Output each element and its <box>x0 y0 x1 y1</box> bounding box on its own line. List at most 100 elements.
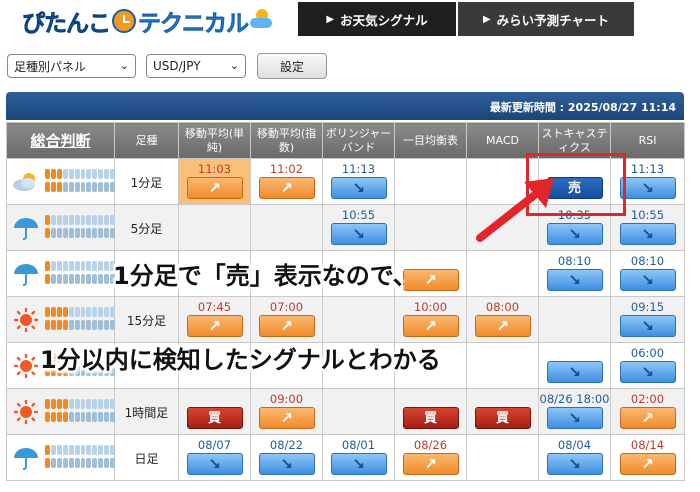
signal-cell: 08/22 ↘ <box>250 434 323 481</box>
up-arrow-icon[interactable]: ↗ <box>186 315 243 337</box>
weather-logo-icon <box>250 9 272 29</box>
tab-weather-signal[interactable]: ▶ お天気シグナル <box>298 2 456 36</box>
up-arrow-icon[interactable]: ↗ <box>258 177 315 199</box>
signal-time <box>323 392 394 406</box>
signal-time: 09:15 <box>630 300 665 314</box>
overall-judgment-cell <box>6 158 116 205</box>
strength-meter <box>45 445 116 471</box>
signal-cell <box>250 204 323 251</box>
umbrella-icon <box>12 216 40 240</box>
chevron-down-icon: ⌄ <box>119 59 129 72</box>
signal-time <box>179 392 250 406</box>
timeframe-cell: 1分足 <box>114 158 179 205</box>
up-arrow-icon[interactable]: ↗ <box>619 407 676 429</box>
signal-time: 10:00 <box>413 300 448 314</box>
down-arrow-icon[interactable]: ↘ <box>619 223 676 245</box>
set-button[interactable]: 設定 <box>257 53 327 79</box>
signal-cell: 09:00 ↗ <box>250 388 323 435</box>
site-header: ぴたんこ テクニカル ▶ お天気シグナル ▶ みらい予測チャート <box>0 0 700 42</box>
buy-signal-button[interactable]: 買 <box>474 407 531 429</box>
signal-cell: 09:15 ↘ <box>610 296 685 343</box>
down-arrow-icon[interactable]: ↘ <box>258 453 315 475</box>
column-header: 移動平均(単純) <box>178 122 251 159</box>
signal-time: 06:00 <box>630 346 665 360</box>
column-header: ボリンジャーバンド <box>322 122 395 159</box>
signal-cell: 08/04 ↘ <box>538 434 611 481</box>
signal-cell: 買 <box>178 388 251 435</box>
signal-time: 08/01 <box>341 438 376 452</box>
timeframe-label: 1分足 <box>130 176 163 190</box>
up-arrow-icon[interactable]: ↗ <box>258 407 315 429</box>
last-updated-text: 最新更新時間 : 2025/08/27 11:14 <box>489 101 676 114</box>
signal-time: 08/14 <box>630 438 665 452</box>
currency-pair-value: USD/JPY <box>153 59 201 73</box>
down-arrow-icon[interactable]: ↘ <box>330 453 387 475</box>
currency-pair-select[interactable]: USD/JPY ⌄ <box>146 54 246 78</box>
sun-icon <box>12 399 40 425</box>
column-header[interactable]: 総合判断 <box>6 122 115 159</box>
signal-time <box>467 346 538 360</box>
signal-cell: 08:10 ↘ <box>610 250 685 297</box>
signal-cell: 07:00 ↗ <box>250 296 323 343</box>
down-arrow-icon[interactable]: ↘ <box>546 269 603 291</box>
down-arrow-icon[interactable]: ↘ <box>330 223 387 245</box>
chevron-down-icon: ⌄ <box>229 59 239 72</box>
signal-cell: 08/26 ↗ <box>394 434 467 481</box>
up-arrow-icon[interactable]: ↗ <box>474 315 531 337</box>
strength-meter <box>45 399 116 425</box>
annotation-arrow-icon <box>476 178 554 242</box>
timeframe-cell: 1時間足 <box>114 388 179 435</box>
signal-cell <box>538 296 611 343</box>
timeframe-cell: 15分足 <box>114 296 179 343</box>
up-arrow-icon[interactable]: ↗ <box>258 315 315 337</box>
tab-forecast-chart[interactable]: ▶ みらい予測チャート <box>458 2 634 36</box>
signal-time: 11:02 <box>269 162 304 176</box>
signal-time: 10:55 <box>341 208 376 222</box>
overall-judgment-cell <box>6 250 116 297</box>
strength-meter <box>45 307 116 333</box>
annotation-line-1: 1分足で「売」表示なので、 <box>113 262 417 290</box>
cloudy-icon <box>12 170 40 194</box>
signal-cell: 08:00 ↗ <box>466 296 539 343</box>
overall-judgment-cell <box>6 204 116 251</box>
buy-signal-button[interactable]: 買 <box>186 407 243 429</box>
overall-judgment-cell <box>6 388 116 435</box>
down-arrow-icon[interactable]: ↘ <box>546 407 603 429</box>
play-arrow-icon: ▶ <box>326 13 335 25</box>
signal-cell: 08:10 ↘ <box>538 250 611 297</box>
up-arrow-icon[interactable]: ↗ <box>402 453 459 475</box>
panel-type-select[interactable]: 足種別パネル ⌄ <box>7 54 136 78</box>
tab-label: お天気シグナル <box>340 12 428 28</box>
down-arrow-icon[interactable]: ↘ <box>546 453 603 475</box>
play-arrow-icon: ▶ <box>482 13 491 25</box>
up-arrow-icon[interactable]: ↗ <box>186 177 243 199</box>
column-header: 移動平均(指数) <box>250 122 323 159</box>
down-arrow-icon[interactable]: ↘ <box>619 177 676 199</box>
column-header: 一目均衡表 <box>394 122 467 159</box>
signal-time <box>251 208 322 222</box>
down-arrow-icon[interactable]: ↘ <box>330 177 387 199</box>
down-arrow-icon[interactable]: ↘ <box>619 361 676 383</box>
down-arrow-icon[interactable]: ↘ <box>546 361 603 383</box>
umbrella-icon <box>12 446 40 470</box>
signal-cell: 08/07 ↘ <box>178 434 251 481</box>
sun-icon <box>12 353 40 379</box>
site-logo[interactable]: ぴたんこ テクニカル <box>22 5 272 37</box>
signal-time <box>467 438 538 452</box>
table-row: 15分足 07:45 ↗ 07:00 ↗ 10:00 ↗ 08:00 ↗ 09:15 ↘ <box>6 296 685 343</box>
signal-cell: 買 <box>394 388 467 435</box>
down-arrow-icon[interactable]: ↘ <box>186 453 243 475</box>
signal-cell: 07:45 ↗ <box>178 296 251 343</box>
signal-cell <box>466 434 539 481</box>
logo-text-main: ぴたんこ <box>22 11 112 38</box>
up-arrow-icon[interactable]: ↗ <box>619 453 676 475</box>
down-arrow-icon[interactable]: ↘ <box>619 315 676 337</box>
update-bar: 最新更新時間 : 2025/08/27 11:14 <box>6 92 684 120</box>
timeframe-cell: 5分足 <box>114 204 179 251</box>
signal-time: 09:00 <box>269 392 304 406</box>
up-arrow-icon[interactable]: ↗ <box>402 315 459 337</box>
sun-icon <box>12 307 40 333</box>
buy-signal-button[interactable]: 買 <box>402 407 459 429</box>
down-arrow-icon[interactable]: ↘ <box>619 269 676 291</box>
signal-cell: 11:03 ↗ <box>178 158 251 205</box>
